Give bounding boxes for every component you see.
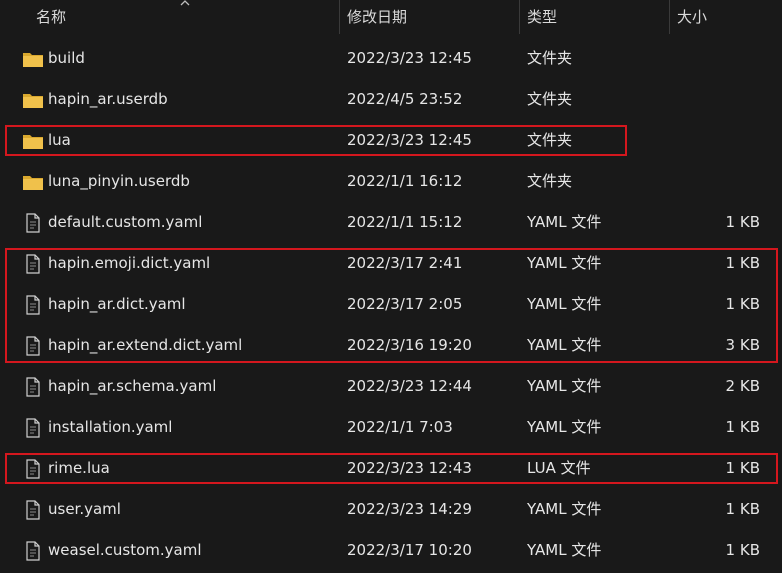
column-header-type[interactable]: 类型 bbox=[527, 0, 557, 34]
folder-icon bbox=[22, 90, 44, 110]
column-header-size[interactable]: 大小 bbox=[677, 0, 707, 34]
file-size: 1 KB bbox=[725, 459, 760, 477]
file-name: installation.yaml bbox=[48, 418, 173, 436]
file-type: 文件夹 bbox=[527, 90, 573, 108]
file-name: hapin_ar.dict.yaml bbox=[48, 295, 186, 313]
file-name: hapin_ar.userdb bbox=[48, 90, 168, 108]
column-header-date[interactable]: 修改日期 bbox=[347, 0, 407, 34]
file-type: 文件夹 bbox=[527, 131, 573, 149]
file-date: 2022/3/23 12:43 bbox=[347, 459, 472, 477]
file-type: YAML 文件 bbox=[527, 254, 602, 272]
sort-ascending-icon bbox=[180, 0, 190, 6]
file-row[interactable]: default.custom.yaml 2022/1/1 15:12 YAML 文件… bbox=[0, 202, 782, 243]
file-type: YAML 文件 bbox=[527, 336, 602, 354]
file-row[interactable]: hapin_ar.extend.dict.yaml 2022/3/16 19:20… bbox=[0, 325, 782, 366]
column-divider[interactable] bbox=[519, 0, 520, 34]
file-size: 1 KB bbox=[725, 213, 760, 231]
file-size: 1 KB bbox=[725, 418, 760, 436]
file-name: rime.lua bbox=[48, 459, 110, 477]
file-name: weasel.custom.yaml bbox=[48, 541, 202, 559]
file-name: default.custom.yaml bbox=[48, 213, 203, 231]
file-icon bbox=[22, 377, 44, 397]
file-name: hapin_ar.schema.yaml bbox=[48, 377, 217, 395]
file-size: 1 KB bbox=[725, 541, 760, 559]
file-date: 2022/3/16 19:20 bbox=[347, 336, 472, 354]
file-name: build bbox=[48, 49, 85, 67]
file-row[interactable]: build 2022/3/23 12:45 文件夹 bbox=[0, 38, 782, 79]
file-type: YAML 文件 bbox=[527, 418, 602, 436]
file-row[interactable]: hapin_ar.schema.yaml 2022/3/23 12:44 YAML … bbox=[0, 366, 782, 407]
file-icon bbox=[22, 500, 44, 520]
file-type: YAML 文件 bbox=[527, 500, 602, 518]
file-date: 2022/4/5 23:52 bbox=[347, 90, 463, 108]
folder-icon bbox=[22, 172, 44, 192]
folder-icon bbox=[22, 131, 44, 151]
file-size: 1 KB bbox=[725, 500, 760, 518]
file-date: 2022/1/1 16:12 bbox=[347, 172, 463, 190]
file-type: YAML 文件 bbox=[527, 213, 602, 231]
file-type: YAML 文件 bbox=[527, 377, 602, 395]
file-date: 2022/1/1 15:12 bbox=[347, 213, 463, 231]
file-date: 2022/3/23 12:45 bbox=[347, 131, 472, 149]
file-icon bbox=[22, 418, 44, 438]
folder-icon bbox=[22, 49, 44, 69]
file-name: lua bbox=[48, 131, 71, 149]
file-row[interactable]: rime.lua 2022/3/23 12:43 LUA 文件 1 KB bbox=[0, 448, 782, 489]
file-date: 2022/3/23 12:45 bbox=[347, 49, 472, 67]
file-date: 2022/3/23 12:44 bbox=[347, 377, 472, 395]
file-row[interactable]: hapin.emoji.dict.yaml 2022/3/17 2:41 YAML … bbox=[0, 243, 782, 284]
file-size: 2 KB bbox=[725, 377, 760, 395]
file-icon bbox=[22, 295, 44, 315]
file-row[interactable]: weasel.custom.yaml 2022/3/17 10:20 YAML 文件… bbox=[0, 530, 782, 571]
column-divider[interactable] bbox=[669, 0, 670, 34]
file-icon bbox=[22, 459, 44, 479]
file-date: 2022/3/17 10:20 bbox=[347, 541, 472, 559]
file-row[interactable]: user.yaml 2022/3/23 14:29 YAML 文件 1 KB bbox=[0, 489, 782, 530]
file-row[interactable]: hapin_ar.dict.yaml 2022/3/17 2:05 YAML 文件 1… bbox=[0, 284, 782, 325]
file-size: 1 KB bbox=[725, 254, 760, 272]
file-icon bbox=[22, 541, 44, 561]
file-icon bbox=[22, 336, 44, 356]
file-icon bbox=[22, 254, 44, 274]
file-name: hapin.emoji.dict.yaml bbox=[48, 254, 211, 272]
file-name: luna_pinyin.userdb bbox=[48, 172, 190, 190]
file-row[interactable]: lua 2022/3/23 12:45 文件夹 bbox=[0, 120, 782, 161]
file-row[interactable]: hapin_ar.userdb 2022/4/5 23:52 文件夹 bbox=[0, 79, 782, 120]
file-icon bbox=[22, 213, 44, 233]
file-size: 3 KB bbox=[725, 336, 760, 354]
file-type: 文件夹 bbox=[527, 172, 573, 190]
column-divider[interactable] bbox=[339, 0, 340, 34]
file-date: 2022/3/23 14:29 bbox=[347, 500, 472, 518]
column-header: 名称 修改日期 类型 大小 bbox=[0, 0, 782, 34]
file-row[interactable]: installation.yaml 2022/1/1 7:03 YAML 文件 1 K… bbox=[0, 407, 782, 448]
file-date: 2022/1/1 7:03 bbox=[347, 418, 453, 436]
file-size: 1 KB bbox=[725, 295, 760, 313]
column-header-name[interactable]: 名称 bbox=[36, 0, 66, 34]
file-type: YAML 文件 bbox=[527, 295, 602, 313]
file-type: YAML 文件 bbox=[527, 541, 602, 559]
file-type: 文件夹 bbox=[527, 49, 573, 67]
file-date: 2022/3/17 2:41 bbox=[347, 254, 463, 272]
file-row[interactable]: luna_pinyin.userdb 2022/1/1 16:12 文件夹 bbox=[0, 161, 782, 202]
file-name: user.yaml bbox=[48, 500, 121, 518]
file-type: LUA 文件 bbox=[527, 459, 591, 477]
file-date: 2022/3/17 2:05 bbox=[347, 295, 463, 313]
file-name: hapin_ar.extend.dict.yaml bbox=[48, 336, 243, 354]
